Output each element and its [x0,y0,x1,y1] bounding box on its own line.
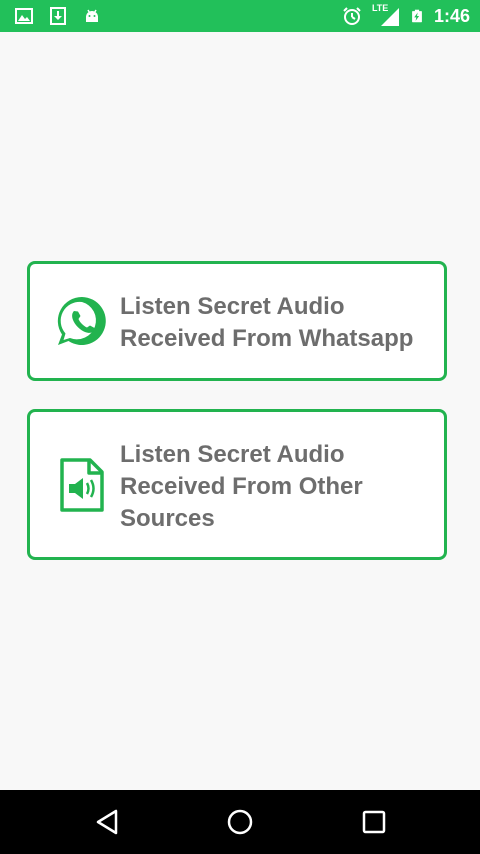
battery-icon [412,9,422,23]
other-sources-audio-button[interactable]: Listen Secret Audio Received From Other … [27,409,447,560]
alarm-icon [343,7,361,25]
home-icon[interactable] [226,808,254,836]
navigation-bar [0,790,480,854]
android-icon [86,9,98,22]
download-icon [50,7,66,25]
signal-indicator: LTE [372,3,400,27]
whatsapp-icon [57,296,106,345]
main-content: Listen Secret Audio Received From Whatsa… [0,32,480,790]
other-sources-audio-label: Listen Secret Audio Received From Other … [120,441,363,532]
back-icon[interactable] [94,808,122,836]
whatsapp-audio-label: Listen Secret Audio Received From Whatsa… [120,293,414,352]
status-bar: LTE 1:46 [0,0,480,32]
status-time: 1:46 [433,6,470,26]
audio-file-icon [60,458,104,512]
gallery-icon [15,8,33,24]
whatsapp-audio-button[interactable]: Listen Secret Audio Received From Whatsa… [27,261,447,381]
signal-icon [380,8,399,26]
recent-apps-icon[interactable] [360,808,388,836]
